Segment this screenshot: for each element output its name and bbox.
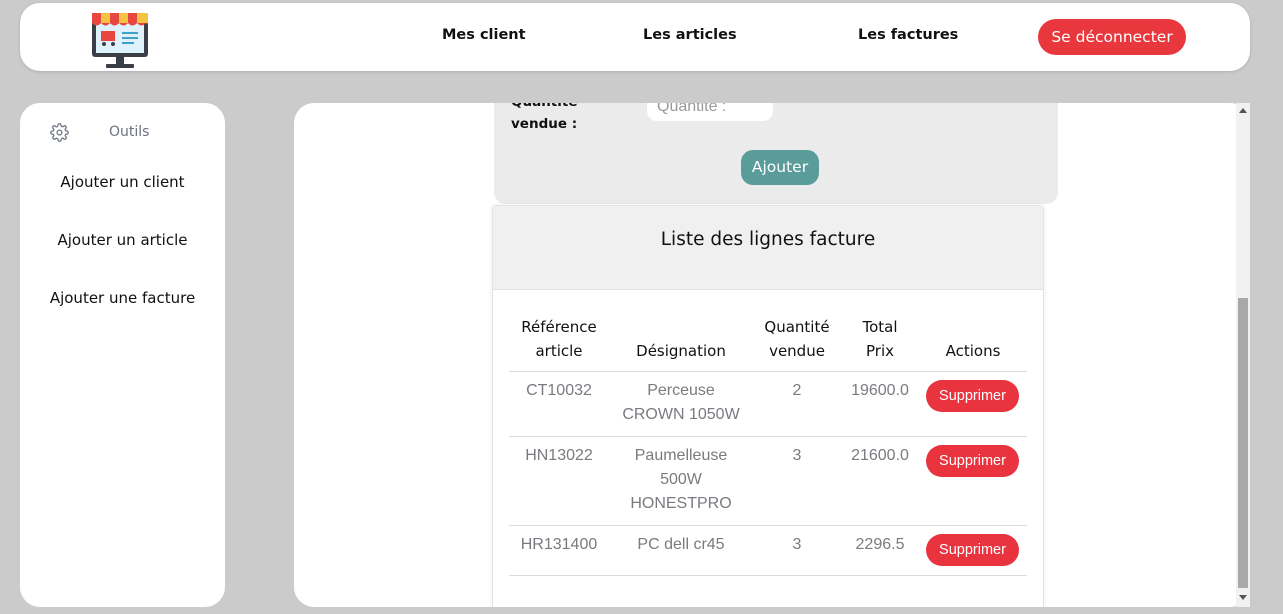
column-header-quantity: Quantité vendue bbox=[757, 315, 837, 363]
cell-total: 19600.0 bbox=[851, 382, 909, 399]
column-header-quantity-line1: Quantité bbox=[764, 318, 830, 336]
column-header-reference-line2: article bbox=[535, 342, 583, 360]
column-header-quantity-line2: vendue bbox=[769, 342, 825, 360]
delete-button[interactable]: Supprimer bbox=[926, 380, 1019, 412]
scroll-up-arrow-icon[interactable] bbox=[1239, 108, 1247, 113]
column-header-designation: Désignation bbox=[636, 342, 726, 360]
column-header-reference: Référence article bbox=[509, 315, 609, 363]
vertical-scrollbar[interactable] bbox=[1236, 103, 1250, 607]
tools-label: Outils bbox=[109, 124, 150, 140]
sidebar-item-add-invoice[interactable]: Ajouter une facture bbox=[20, 289, 225, 307]
delete-button[interactable]: Supprimer bbox=[926, 445, 1019, 477]
cell-designation: Perceuse CROWN 1050W bbox=[613, 379, 749, 427]
invoice-line-form: Quantité vendue : Ajouter bbox=[494, 103, 1058, 204]
cell-designation-line: CROWN 1050W bbox=[622, 406, 740, 423]
sidebar-item-add-client[interactable]: Ajouter un client bbox=[20, 173, 225, 191]
invoice-lines-card: Liste des lignes facture Référence artic… bbox=[492, 205, 1044, 607]
gear-icon bbox=[50, 123, 69, 142]
main-content: Quantité vendue : Ajouter Liste des lign… bbox=[294, 103, 1250, 607]
cell-designation: Paumelleuse 500W HONESTPRO bbox=[613, 444, 749, 516]
column-header-total: Total Prix bbox=[845, 315, 915, 363]
row-divider bbox=[509, 371, 1027, 372]
cell-reference: HN13022 bbox=[525, 447, 593, 464]
row-divider bbox=[509, 436, 1027, 437]
top-navbar: Mes client Les articles Les factures Se … bbox=[20, 3, 1250, 71]
cell-quantity: 3 bbox=[792, 536, 802, 553]
quantity-input[interactable] bbox=[647, 103, 773, 121]
column-header-reference-line1: Référence bbox=[521, 318, 597, 336]
scrollbar-thumb[interactable] bbox=[1238, 298, 1248, 588]
column-header-total-line2: Prix bbox=[866, 342, 894, 360]
cell-reference: HR131400 bbox=[520, 536, 598, 553]
list-title: Liste des lignes facture bbox=[660, 229, 876, 250]
cell-designation-line: HONESTPRO bbox=[630, 495, 732, 512]
column-header-total-line1: Total bbox=[862, 318, 898, 336]
nav-les-articles[interactable]: Les articles bbox=[643, 27, 737, 43]
nav-les-factures[interactable]: Les factures bbox=[858, 27, 958, 43]
cell-designation: PC dell cr45 bbox=[613, 533, 749, 557]
shop-monitor-logo-icon[interactable] bbox=[88, 5, 152, 71]
scroll-down-arrow-icon[interactable] bbox=[1239, 595, 1247, 600]
quantity-label-line1: Quantité bbox=[511, 103, 578, 113]
delete-button[interactable]: Supprimer bbox=[926, 534, 1019, 566]
logout-button[interactable]: Se déconnecter bbox=[1038, 19, 1186, 55]
cell-quantity: 3 bbox=[792, 447, 802, 464]
cell-reference: CT10032 bbox=[526, 382, 592, 399]
add-button[interactable]: Ajouter bbox=[741, 150, 819, 185]
sidebar: Outils Ajouter un client Ajouter un arti… bbox=[20, 103, 225, 607]
cell-designation-line: Perceuse bbox=[647, 382, 715, 399]
tools-heading: Outils bbox=[50, 123, 200, 143]
quantity-label-line2: vendue : bbox=[511, 116, 578, 132]
cell-total: 2296.5 bbox=[855, 536, 905, 553]
cell-designation-line: Paumelleuse bbox=[634, 447, 728, 464]
cell-designation-line: 500W bbox=[660, 471, 702, 488]
cell-quantity: 2 bbox=[792, 382, 802, 399]
sidebar-item-add-article[interactable]: Ajouter un article bbox=[20, 231, 225, 249]
column-header-actions: Actions bbox=[945, 342, 1001, 360]
cell-total: 21600.0 bbox=[851, 447, 909, 464]
row-divider bbox=[509, 575, 1027, 576]
cell-designation-line: PC dell cr45 bbox=[637, 536, 725, 553]
list-card-header: Liste des lignes facture bbox=[493, 206, 1043, 290]
quantity-label: Quantité vendue : bbox=[511, 103, 578, 135]
nav-mes-client[interactable]: Mes client bbox=[442, 27, 526, 43]
row-divider bbox=[509, 525, 1027, 526]
